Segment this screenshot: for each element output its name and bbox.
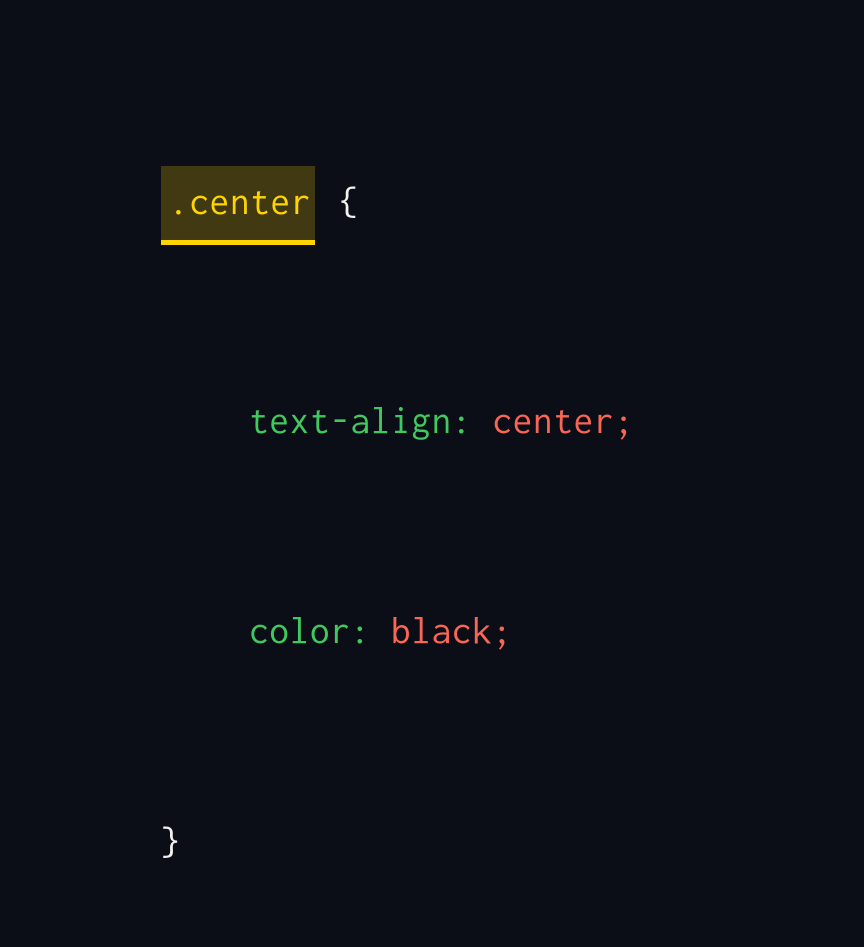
colon: : (351, 610, 371, 651)
code-line-1: .center { (80, 96, 864, 316)
css-value: black (391, 610, 492, 651)
close-brace: } (161, 821, 181, 862)
css-value: center (493, 400, 615, 441)
css-selector-highlighted: .center (161, 166, 315, 245)
code-line-3: color: black; (80, 526, 864, 737)
open-brace: { (339, 181, 359, 222)
semicolon: ; (493, 610, 513, 651)
css-property: color (249, 610, 350, 651)
code-line-4: } (80, 737, 864, 947)
semicolon: ; (614, 400, 634, 441)
code-block: .center { text-align: center; color: bla… (0, 0, 864, 947)
colon: : (452, 400, 472, 441)
css-property: text-align (249, 400, 452, 441)
code-line-2: text-align: center; (80, 316, 864, 527)
